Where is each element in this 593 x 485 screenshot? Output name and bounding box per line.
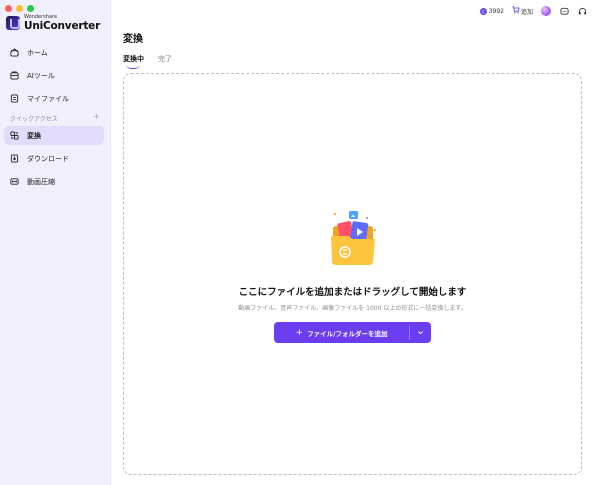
quick-access-section: クイックアクセス + — [10, 113, 100, 124]
credits-badge[interactable]: c 3992 — [479, 7, 504, 15]
credits-count: 3992 — [488, 7, 504, 15]
home-icon — [10, 48, 19, 57]
sidebar-item-download[interactable]: ダウンロード — [4, 149, 104, 168]
sidebar-item-home[interactable]: ホーム — [4, 43, 104, 62]
message-icon[interactable] — [559, 6, 569, 16]
close-window-button[interactable] — [5, 5, 12, 12]
chevron-down-icon — [418, 331, 423, 335]
add-files-button-group: + ファイル/フォルダーを追加 — [274, 322, 431, 343]
drop-zone-subtitle: 動画ファイル、音声ファイル、画像ファイルを 1000 以上の形式に一括変換します… — [238, 305, 467, 312]
sidebar-item-label: マイファイル — [27, 94, 69, 103]
sidebar-item-convert[interactable]: 変換 — [4, 126, 104, 145]
compress-icon — [10, 177, 19, 186]
page-title: 変換 — [123, 34, 143, 45]
cart-add-label: 追加 — [520, 8, 533, 16]
minimize-window-button[interactable] — [16, 5, 23, 12]
sidebar-item-label: ホーム — [27, 48, 48, 57]
zoom-window-button[interactable] — [27, 5, 34, 12]
sidebar-item-video-compress[interactable]: 動画圧縮 — [4, 172, 104, 191]
cart-add-button[interactable]: 追加 — [512, 6, 533, 16]
brand: Wondershare UniConverter — [6, 15, 100, 32]
folder-media-illustration-icon — [327, 210, 381, 270]
credits-coin-icon: c — [479, 7, 487, 15]
window-controls — [5, 5, 34, 12]
file-drop-zone[interactable] — [123, 73, 582, 475]
cart-icon — [512, 6, 520, 16]
quick-access-add-button[interactable]: + — [93, 113, 100, 123]
brand-name: UniConverter — [24, 20, 101, 32]
support-headset-icon[interactable] — [577, 6, 587, 16]
top-bar: c 3992 追加 — [479, 0, 593, 22]
download-icon — [10, 154, 19, 163]
plus-icon: + — [295, 327, 304, 338]
tab-converting[interactable]: 変換中 — [123, 54, 144, 69]
user-avatar[interactable] — [541, 6, 551, 16]
convert-icon — [10, 131, 19, 140]
sidebar-item-label: 動画圧縮 — [27, 177, 55, 186]
sidebar: Wondershare UniConverter ホーム AIツール マイファイ… — [0, 0, 111, 485]
add-files-button[interactable]: + ファイル/フォルダーを追加 — [274, 322, 409, 343]
ai-tools-icon — [10, 71, 19, 80]
add-files-label: ファイル/フォルダーを追加 — [307, 329, 388, 338]
sidebar-item-label: ダウンロード — [27, 154, 69, 163]
drop-zone-title: ここにファイルを追加またはドラッグして開始します — [238, 287, 467, 298]
app-logo-icon — [6, 16, 20, 31]
section-label: クイックアクセス — [10, 116, 58, 123]
sidebar-item-my-files[interactable]: マイファイル — [4, 89, 104, 108]
add-options-dropdown-button[interactable] — [410, 322, 431, 343]
sidebar-item-label: AIツール — [27, 71, 55, 80]
my-files-icon — [10, 94, 19, 103]
sidebar-item-ai-tools[interactable]: AIツール — [4, 66, 104, 85]
sidebar-item-label: 変換 — [27, 131, 41, 140]
tab-completed[interactable]: 完了 — [158, 54, 172, 64]
